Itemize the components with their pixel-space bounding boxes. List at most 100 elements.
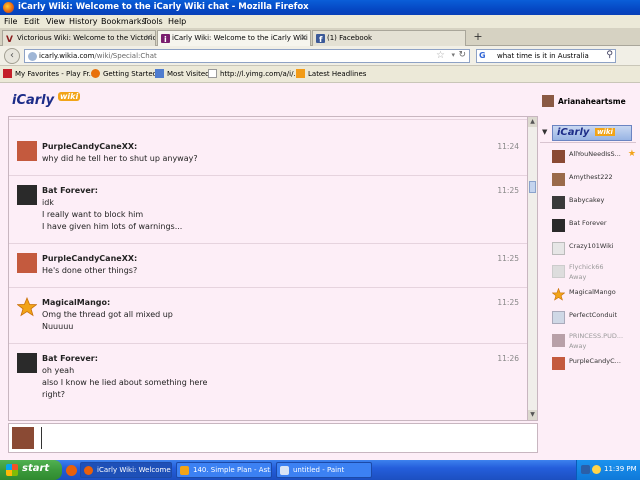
user-name: PerfectConduit bbox=[569, 311, 618, 319]
menu-view[interactable]: View bbox=[46, 17, 65, 26]
chat-messages-panel: PurpleCandyCaneXX: 11:24 why did he tell… bbox=[8, 116, 528, 421]
victorious-favicon-icon: V bbox=[6, 34, 15, 45]
google-search-engine-icon[interactable]: G bbox=[479, 51, 486, 60]
avatar bbox=[16, 296, 38, 317]
divider bbox=[9, 287, 527, 288]
divider bbox=[9, 119, 527, 120]
user-name: Crazy101Wiki bbox=[569, 242, 614, 250]
message-line: also I know he lied about something here bbox=[42, 378, 208, 387]
close-tab-icon[interactable]: ✕ bbox=[300, 33, 307, 42]
system-tray: 11:39 PM bbox=[576, 460, 640, 480]
reload-icon[interactable]: ↻ bbox=[458, 50, 466, 60]
search-icon[interactable]: ⚲ bbox=[606, 50, 613, 60]
search-bar[interactable]: G what time is it in Australia ⚲ bbox=[476, 49, 616, 63]
chat-message: MagicalMango: 11:25 Omg the thread got a… bbox=[9, 289, 527, 339]
firefox-icon bbox=[91, 69, 100, 78]
chat-scrollbar[interactable]: ▲ ▼ bbox=[528, 116, 538, 421]
bookmark-yimg[interactable]: http://l.yimg.com/a/i/... bbox=[208, 69, 300, 78]
menu-bookmarks[interactable]: Bookmarks bbox=[101, 17, 146, 26]
bookmark-latest-headlines[interactable]: Latest Headlines bbox=[296, 69, 366, 78]
icarly-favicon-icon: i bbox=[161, 34, 170, 44]
tab-icarly-wiki-chat[interactable]: i iCarly Wiki: Welcome to the iCarly Wik… bbox=[157, 30, 311, 46]
bookmark-my-favorites[interactable]: My Favorites - Play Fr... bbox=[3, 69, 95, 78]
scroll-thumb[interactable] bbox=[529, 181, 536, 193]
taskbar-item-paint[interactable]: untitled - Paint bbox=[276, 462, 372, 478]
network-icon[interactable] bbox=[581, 465, 590, 474]
facebook-favicon-icon: f bbox=[316, 34, 325, 44]
user-name: Babycakey bbox=[569, 196, 605, 204]
message-time: 11:24 bbox=[497, 142, 519, 151]
rss-feed-icon bbox=[296, 69, 305, 78]
message-time: 11:25 bbox=[497, 298, 519, 307]
user-name: MagicalMango bbox=[569, 288, 616, 296]
icarly-wiki-logo[interactable]: iCarly wiki bbox=[12, 92, 82, 113]
user-list-item[interactable]: MagicalMango bbox=[540, 284, 636, 306]
menu-history[interactable]: History bbox=[69, 17, 97, 26]
chat-message: Bat Forever: 11:25 idk I really want to … bbox=[9, 177, 527, 239]
message-input[interactable] bbox=[41, 427, 531, 449]
user-list-item[interactable]: Babycakey bbox=[540, 192, 636, 214]
tab-bar: V Victorious Wiki: Welcome to the Victor… bbox=[0, 28, 640, 46]
url-bar[interactable]: icarly.wikia.com/wiki/Special:Chat ☆ ▾ ↻ bbox=[24, 49, 470, 63]
new-tab-button[interactable]: + bbox=[470, 30, 486, 44]
menu-edit[interactable]: Edit bbox=[24, 17, 40, 26]
icarly-wiki-banner: iCarly wiki bbox=[552, 125, 632, 141]
user-list-item[interactable]: Bat Forever bbox=[540, 215, 636, 237]
current-username: Arianaheartsme bbox=[558, 97, 626, 106]
bookmark-favicon-icon bbox=[3, 69, 12, 78]
start-button[interactable]: start bbox=[0, 460, 62, 480]
message-author: PurpleCandyCaneXX: bbox=[42, 254, 138, 263]
url-text: icarly.wikia.com/wiki/Special:Chat bbox=[39, 52, 157, 60]
taskbar-item-music[interactable]: 140. Simple Plan - Ast... bbox=[176, 462, 272, 478]
tab-victorious-wiki[interactable]: V Victorious Wiki: Welcome to the Victor… bbox=[2, 30, 156, 46]
collapse-arrow-icon[interactable]: ▼ bbox=[542, 128, 547, 136]
user-list-item[interactable]: Flychick66 Away bbox=[540, 261, 636, 283]
firefox-icon bbox=[3, 2, 14, 13]
user-name: PRINCESS.PUD... bbox=[569, 332, 624, 340]
message-line: He's done other things? bbox=[42, 266, 138, 275]
site-identity-icon bbox=[28, 52, 37, 61]
user-list-item[interactable]: Crazy101Wiki bbox=[540, 238, 636, 260]
message-line: oh yeah bbox=[42, 366, 75, 375]
bookmark-star-icon[interactable]: ☆ bbox=[436, 50, 445, 61]
firefox-quicklaunch-icon[interactable] bbox=[66, 465, 77, 476]
user-list-item[interactable]: PurpleCandyC... bbox=[540, 353, 636, 375]
window-title-bar[interactable]: iCarly Wiki: Welcome to the iCarly Wiki … bbox=[0, 0, 640, 15]
avatar bbox=[551, 287, 566, 301]
url-dropdown-icon[interactable]: ▾ bbox=[451, 51, 455, 59]
scroll-down-icon[interactable]: ▼ bbox=[528, 410, 537, 420]
divider bbox=[9, 243, 527, 244]
user-list-item[interactable]: PRINCESS.PUD... Away bbox=[540, 330, 636, 352]
scroll-up-icon[interactable]: ▲ bbox=[528, 117, 537, 127]
user-list-item[interactable]: AllYouNeedIsS... ★ bbox=[540, 146, 636, 168]
avatar bbox=[552, 311, 565, 324]
divider bbox=[9, 175, 527, 176]
svg-text:f: f bbox=[319, 35, 323, 43]
user-list-item[interactable]: PerfectConduit bbox=[540, 307, 636, 329]
firefox-icon bbox=[84, 466, 93, 475]
user-list-item[interactable]: Amythest222 bbox=[540, 169, 636, 191]
tray-app-icon[interactable] bbox=[592, 465, 601, 474]
bookmarks-toolbar: My Favorites - Play Fr... Getting Starte… bbox=[0, 66, 640, 83]
tab-label: iCarly Wiki: Welcome to the iCarly Wiki … bbox=[172, 34, 311, 42]
user-status: Away bbox=[569, 342, 587, 350]
menu-file[interactable]: File bbox=[4, 17, 17, 26]
close-tab-icon[interactable]: ✕ bbox=[145, 33, 152, 42]
avatar bbox=[12, 427, 34, 449]
chat-message: PurpleCandyCaneXX: 11:24 why did he tell… bbox=[9, 133, 527, 179]
tab-facebook[interactable]: f (1) Facebook bbox=[312, 30, 466, 46]
taskbar-item-firefox[interactable]: iCarly Wiki: Welcome ... bbox=[80, 462, 172, 478]
bookmark-getting-started[interactable]: Getting Started bbox=[91, 69, 157, 78]
user-list-panel: ▼ iCarly wiki AllYouNeedIsS... ★ Amythes… bbox=[540, 123, 636, 419]
back-button[interactable]: ‹ bbox=[4, 48, 20, 64]
menu-help[interactable]: Help bbox=[168, 17, 186, 26]
bookmark-most-visited[interactable]: Most Visited bbox=[155, 69, 210, 78]
user-name: PurpleCandyC... bbox=[569, 357, 621, 365]
window-title: iCarly Wiki: Welcome to the iCarly Wiki … bbox=[18, 2, 309, 12]
message-author: Bat Forever: bbox=[42, 354, 98, 363]
page-icon bbox=[208, 69, 217, 78]
user-name: AllYouNeedIsS... bbox=[569, 150, 621, 158]
message-time: 11:26 bbox=[497, 354, 519, 363]
avatar bbox=[552, 150, 565, 163]
menu-tools[interactable]: Tools bbox=[143, 17, 163, 26]
